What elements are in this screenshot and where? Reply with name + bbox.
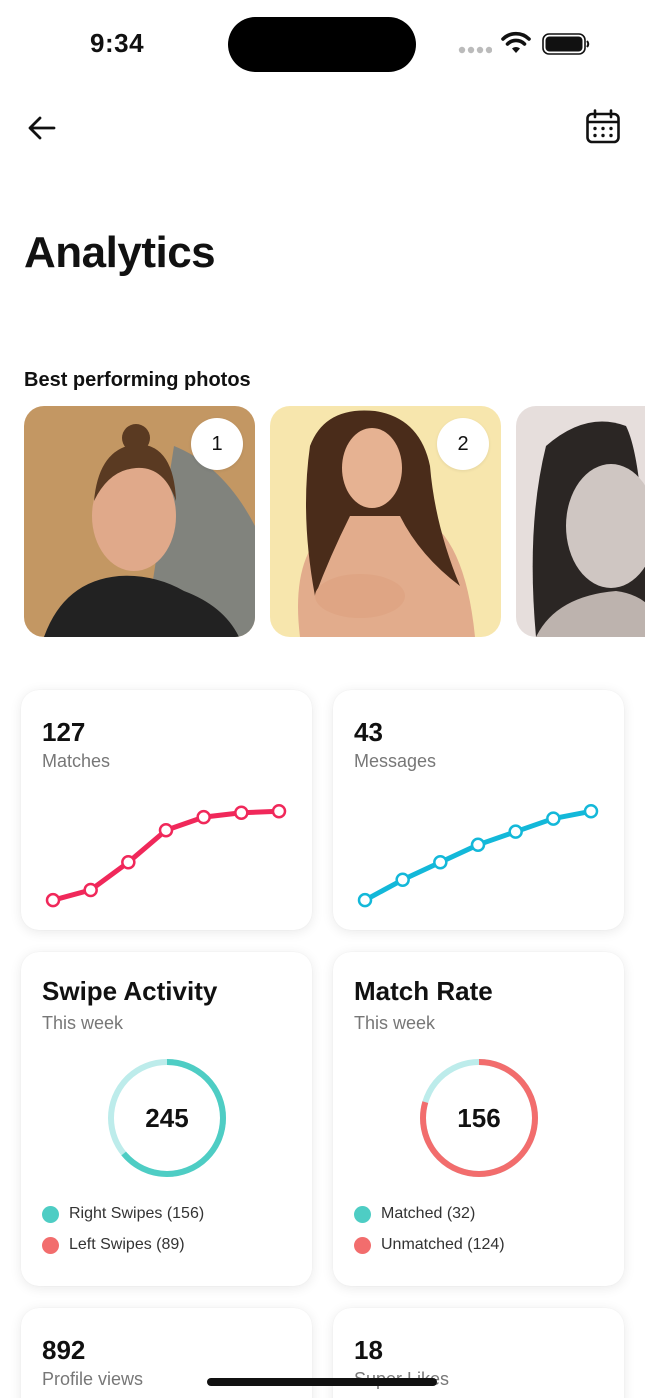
legend-right-swipes: Right Swipes (156): [42, 1203, 204, 1225]
legend-dot: [354, 1236, 371, 1254]
profile-photo-3: [516, 406, 645, 637]
trend-point: [546, 811, 561, 826]
legend-unmatched: Unmatched (124): [354, 1234, 505, 1256]
messages-count: 43: [354, 717, 383, 747]
rank-badge: 1: [191, 418, 243, 470]
trend-point: [158, 822, 174, 838]
swipe-activity-total: 245: [145, 1102, 189, 1133]
dynamic-island: [228, 17, 416, 72]
back-arrow-icon[interactable]: [24, 110, 60, 146]
swipe-activity-subtitle: This week: [42, 1013, 124, 1033]
legend-label: Right Swipes (156): [69, 1205, 205, 1222]
trend-point: [83, 882, 98, 898]
best-photos-carousel[interactable]: 1 2: [24, 406, 645, 638]
swipe-activity-card[interactable]: Swipe Activity This week 245 Right Swipe…: [21, 952, 312, 1286]
match-rate-card[interactable]: Match Rate This week 156 Matched (32) Un…: [333, 952, 624, 1286]
best-photos-title: Best performing photos: [24, 369, 251, 391]
matches-count: 127: [42, 717, 86, 747]
cellular-signal-icon: [458, 46, 492, 54]
legend-dot: [354, 1205, 371, 1223]
legend-label: Left Swipes (89): [69, 1236, 185, 1253]
matches-label: Matches: [42, 751, 111, 771]
super-likes-count: 18: [354, 1335, 383, 1365]
photo-card-2[interactable]: 2: [270, 406, 501, 637]
trend-point: [234, 805, 249, 820]
legend-label: Matched (32): [381, 1205, 476, 1222]
legend-label: Unmatched (124): [381, 1236, 505, 1253]
home-indicator[interactable]: [207, 1378, 437, 1386]
match-rate-title: Match Rate: [354, 976, 493, 1006]
profile-views-label: Profile views: [42, 1369, 144, 1389]
status-bar: 9:34: [0, 0, 645, 90]
trend-point: [121, 855, 136, 870]
trend-point: [45, 892, 61, 908]
trend-point: [196, 809, 211, 825]
calendar-icon[interactable]: [584, 108, 622, 146]
matches-card[interactable]: 127 Matches: [21, 690, 312, 930]
rank-badge: 2: [437, 418, 489, 470]
messages-label: Messages: [354, 751, 437, 771]
battery-icon: [542, 33, 590, 55]
legend-dot: [42, 1236, 59, 1254]
trend-point: [470, 837, 486, 853]
legend-left-swipes: Left Swipes (89): [42, 1234, 185, 1256]
match-rate-total: 156: [457, 1102, 501, 1133]
matches-sparkline: [45, 804, 287, 908]
photo-card-1[interactable]: 1: [24, 406, 255, 637]
trend-point: [433, 855, 448, 870]
match-rate-subtitle: This week: [354, 1013, 436, 1033]
page-title: Analytics: [24, 228, 216, 277]
trend-point: [395, 872, 410, 888]
trend-point: [508, 824, 523, 839]
swipe-activity-title: Swipe Activity: [42, 976, 218, 1006]
messages-sparkline: [357, 804, 599, 908]
messages-card[interactable]: 43 Messages: [333, 690, 624, 930]
trend-point: [271, 804, 287, 819]
legend-matched: Matched (32): [354, 1203, 475, 1225]
legend-dot: [42, 1205, 59, 1223]
profile-views-count: 892: [42, 1335, 86, 1365]
photo-card-3[interactable]: [516, 406, 645, 637]
status-time: 9:34: [90, 28, 145, 58]
trend-point: [357, 892, 373, 908]
trend-point: [583, 804, 599, 819]
wifi-icon: [501, 31, 531, 53]
